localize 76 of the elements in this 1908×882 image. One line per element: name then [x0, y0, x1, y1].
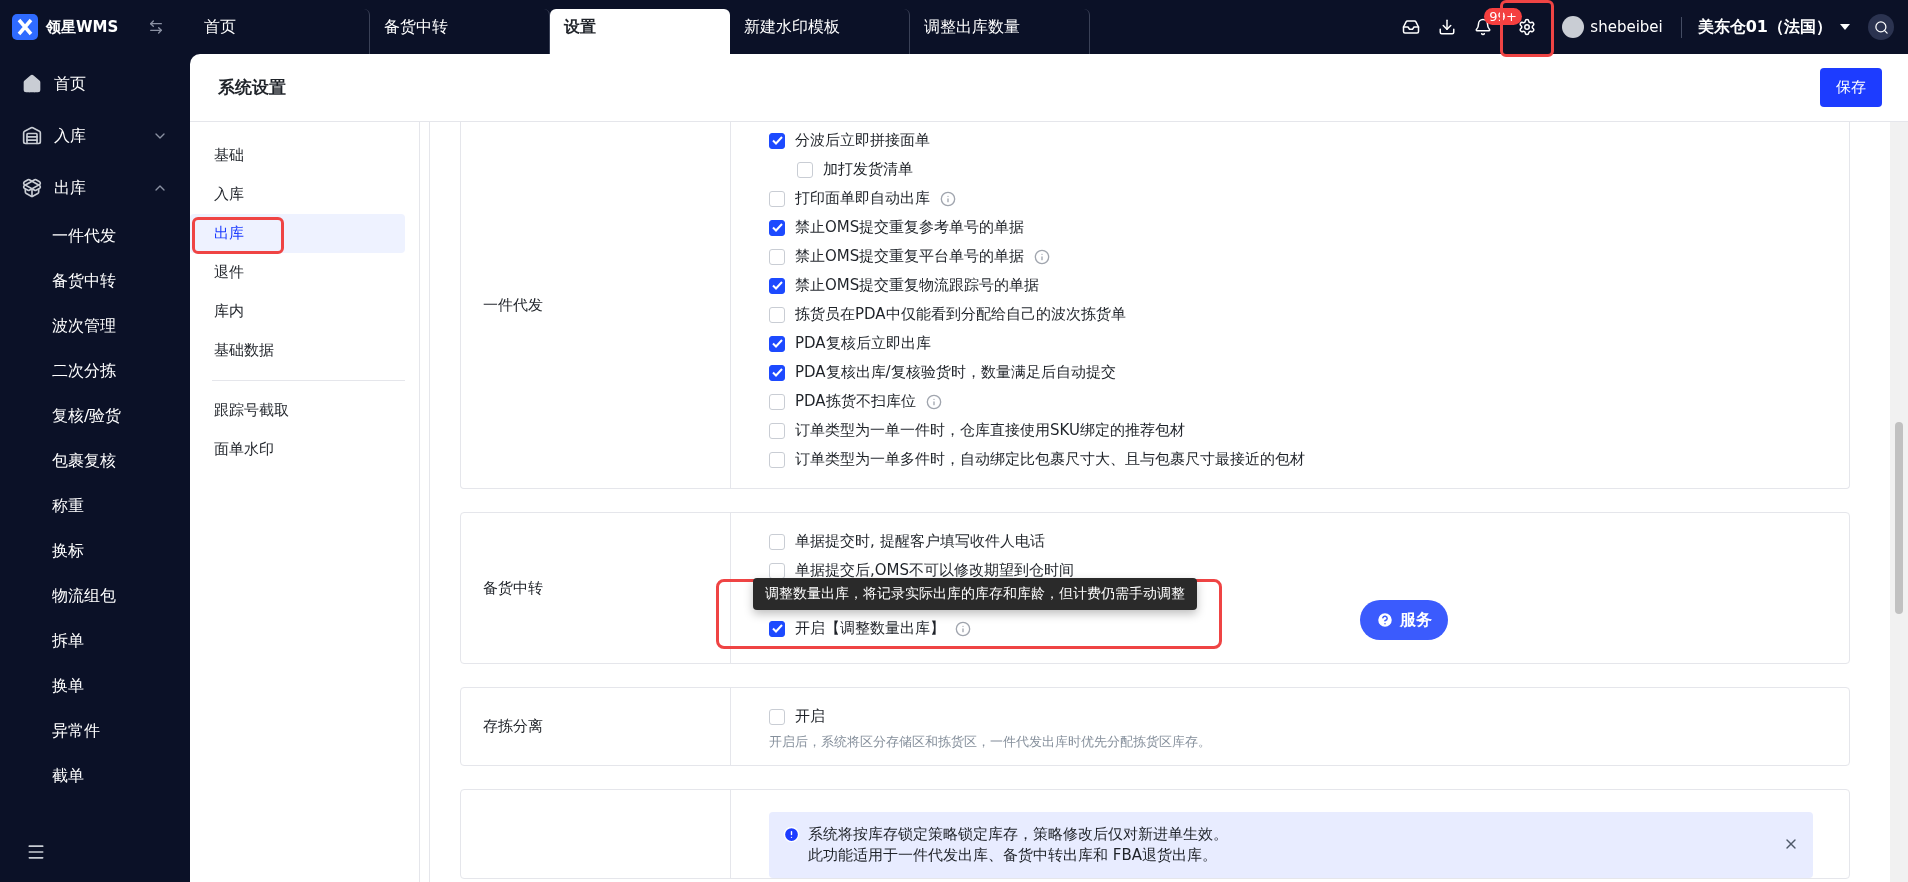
sidebar-item[interactable]: 出库 — [0, 162, 190, 214]
sidebar-item[interactable]: 拆单 — [0, 619, 190, 664]
settings-nav-item[interactable]: 出库 — [190, 214, 405, 253]
hint-text: 开启后，系统将区分存储区和拣货区，一件代发出库时优先分配拣货区库存。 — [769, 733, 1212, 751]
save-button[interactable]: 保存 — [1820, 68, 1882, 107]
settings-nav-item[interactable]: 入库 — [190, 175, 405, 214]
section-label: 一件代发 — [483, 295, 543, 315]
home-icon — [22, 74, 42, 94]
checkbox[interactable] — [769, 335, 785, 352]
search-button[interactable] — [1868, 14, 1894, 40]
sidebar-item[interactable]: 复核/验货 — [0, 394, 190, 439]
logo-icon — [12, 14, 38, 40]
option-label: PDA复核出库/复核验货时，数量满足后自动提交 — [795, 363, 1116, 382]
package-icon — [22, 178, 42, 198]
collapse-icon[interactable] — [148, 19, 165, 35]
tab[interactable]: 设置 — [550, 9, 730, 54]
warehouse-icon — [22, 126, 42, 146]
alert-text: 此功能适用于一件代发出库、备货中转出库和 FBA退货出库。 — [808, 845, 1218, 866]
menu-icon[interactable] — [26, 842, 46, 862]
sidebar-item[interactable]: 备货中转 — [0, 259, 190, 304]
username: shebeibei — [1590, 18, 1663, 36]
download-icon[interactable] — [1438, 18, 1457, 36]
option-label: 打印面单即自动出库 — [795, 189, 930, 208]
section-label: 备货中转 — [483, 578, 543, 598]
tooltip: 调整数量出库，将记录实际出库的库存和库龄，但计费仍需手动调整 — [753, 578, 1197, 610]
settings-nav-item[interactable]: 基础 — [190, 136, 405, 175]
sidebar-item[interactable]: 换标 — [0, 529, 190, 574]
help-icon — [1376, 611, 1394, 629]
warehouse-selector[interactable]: 美东仓01（法国） — [1680, 16, 1832, 38]
option-label: PDA拣货不扫库位 — [795, 392, 916, 411]
option-label: 禁止OMS提交重复平台单号的单据 — [795, 247, 1025, 266]
section-label: 存拣分离 — [483, 717, 543, 736]
app-name: 领星WMS — [46, 17, 119, 37]
option-label: 加打发货清单 — [823, 160, 913, 179]
settings-nav-item[interactable]: 退件 — [190, 253, 405, 292]
checkbox[interactable] — [769, 219, 785, 236]
option-label: 单据提交时, 提醒客户填写收件人电话 — [795, 532, 1045, 551]
sidebar-item[interactable]: 二次分拣 — [0, 349, 190, 394]
scrollbar[interactable] — [1890, 122, 1908, 882]
option-label: 分波后立即拼接面单 — [795, 131, 930, 150]
sidebar-item[interactable]: 包裹复核 — [0, 439, 190, 484]
option-label: 订单类型为一单多件时，自动绑定比包裹尺寸大、且与包裹尺寸最接近的包材 — [795, 450, 1305, 469]
settings-nav-item[interactable]: 基础数据 — [190, 331, 405, 370]
option-label: 禁止OMS提交重复物流跟踪号的单据 — [795, 276, 1040, 295]
sidebar-item[interactable]: 异常件 — [0, 709, 190, 754]
checkbox[interactable] — [769, 364, 785, 381]
option-label: 订单类型为一单一件时，仓库直接使用SKU绑定的推荐包材 — [795, 421, 1185, 440]
checkbox[interactable] — [769, 277, 785, 294]
option-label: 禁止OMS提交重复参考单号的单据 — [795, 218, 1025, 237]
option-label: 单据提交后,OMS不可以修改期望到仓时间 — [795, 561, 1075, 580]
search-icon — [1873, 19, 1889, 35]
option-label: 开启【调整数量出库】 — [795, 619, 945, 638]
service-button[interactable]: 服务 — [1360, 600, 1448, 640]
settings-icon[interactable] — [1518, 18, 1537, 36]
sidebar-item[interactable]: 截单 — [0, 754, 190, 799]
caret-icon — [1840, 24, 1850, 30]
option-label: PDA复核后立即出库 — [795, 334, 931, 353]
sidebar-item[interactable]: 一件代发 — [0, 214, 190, 259]
alert-icon — [783, 826, 800, 843]
sidebar-item[interactable]: 首页 — [0, 58, 190, 110]
sidebar-item[interactable]: 波次管理 — [0, 304, 190, 349]
sidebar-item[interactable]: 换单 — [0, 664, 190, 709]
settings-nav-item[interactable]: 库内 — [190, 292, 405, 331]
checkbox[interactable] — [769, 620, 785, 637]
page-title: 系统设置 — [218, 76, 286, 99]
settings-nav-item[interactable]: 面单水印 — [190, 430, 405, 469]
avatar[interactable] — [1562, 16, 1585, 38]
inbox-icon[interactable] — [1402, 18, 1421, 36]
settings-nav-item[interactable]: 跟踪号截取 — [190, 391, 405, 430]
sidebar-item[interactable]: 物流组包 — [0, 574, 190, 619]
checkbox[interactable] — [769, 132, 785, 149]
sidebar-item[interactable]: 入库 — [0, 110, 190, 162]
sidebar-item[interactable]: 称重 — [0, 484, 190, 529]
option-label: 拣货员在PDA中仅能看到分配给自己的波次拣货单 — [795, 305, 1126, 324]
option-label: 开启 — [795, 707, 825, 726]
alert-text: 系统将按库存锁定策略锁定库存，策略修改后仅对新进单生效。 — [808, 824, 1229, 845]
